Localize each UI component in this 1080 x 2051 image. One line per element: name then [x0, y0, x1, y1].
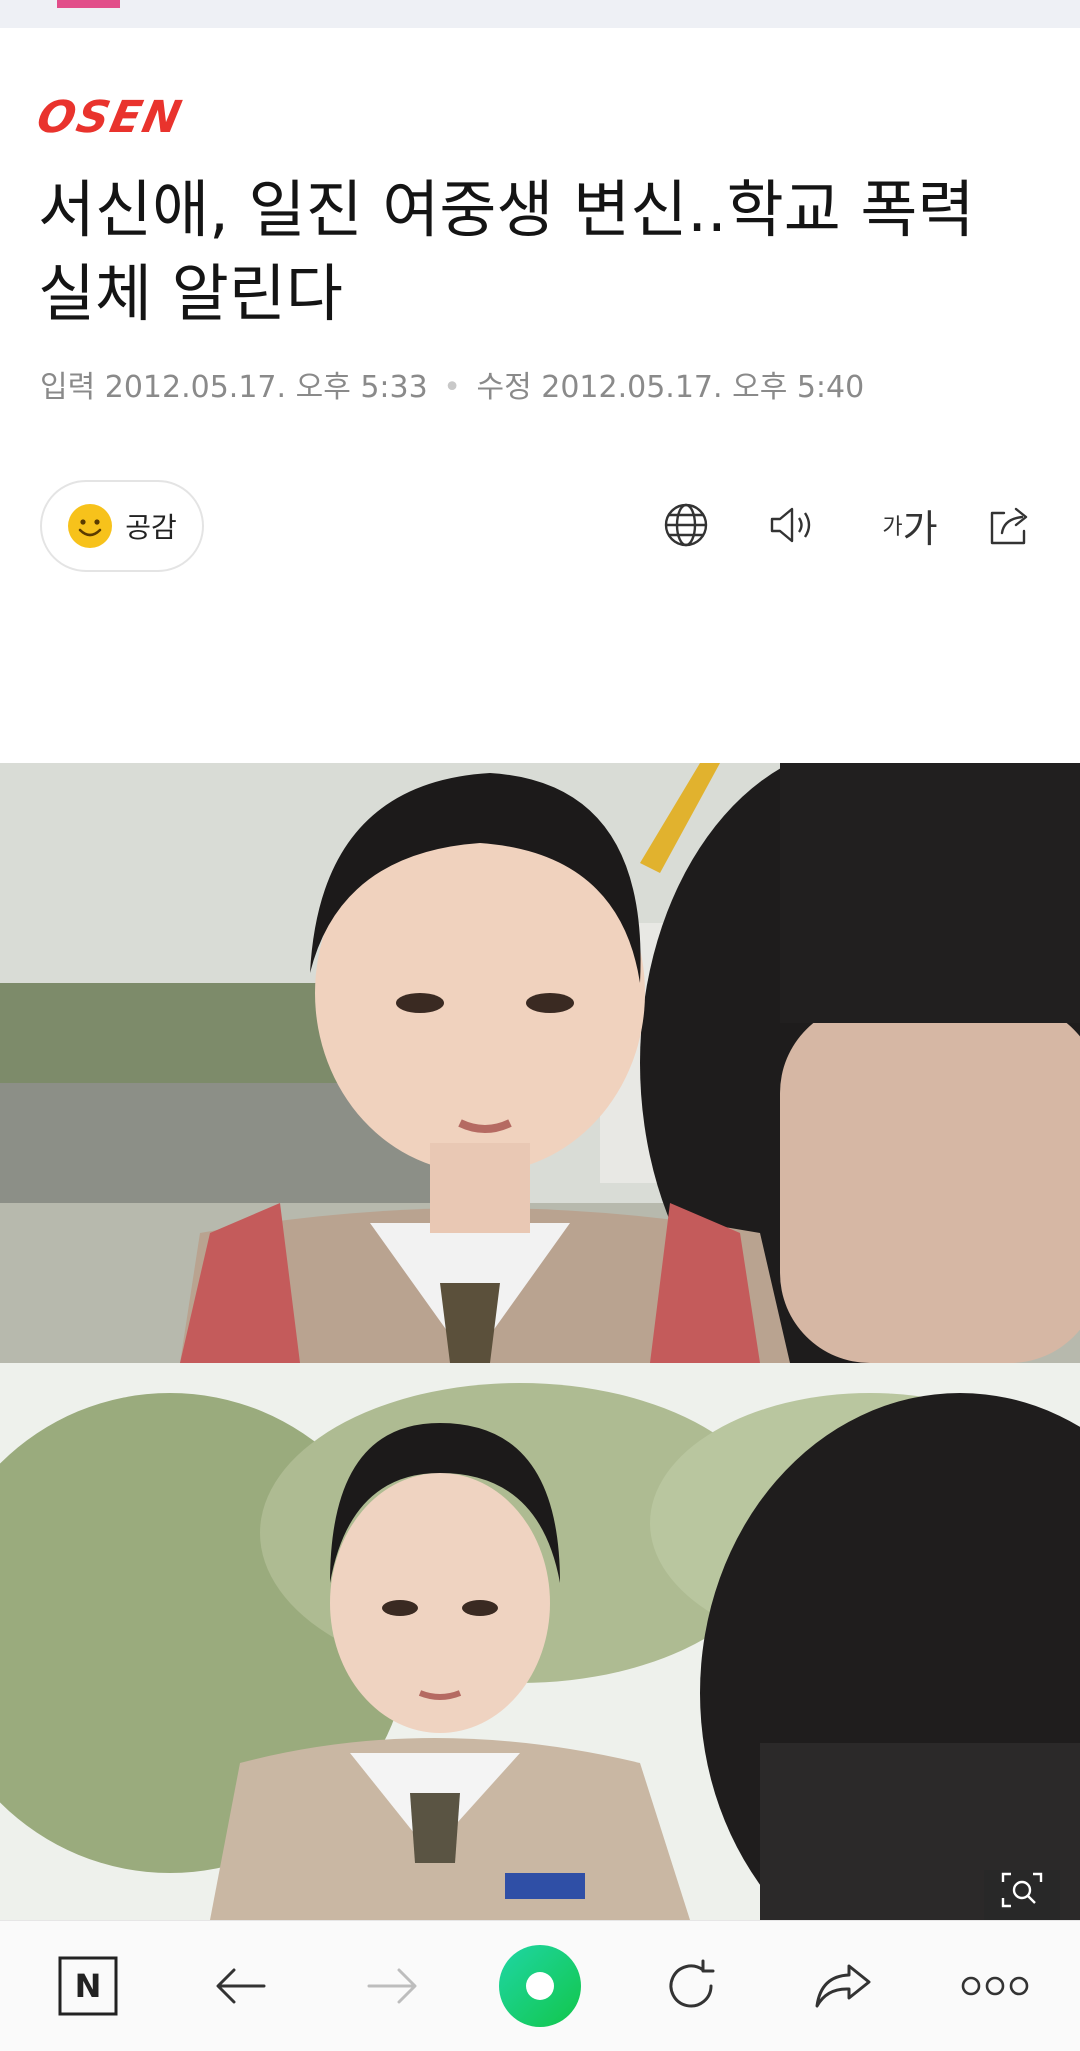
forward-button[interactable]: [357, 1951, 427, 2021]
naver-home-icon: N: [58, 1956, 118, 2016]
green-dot-icon: [499, 1945, 581, 2027]
share-forward-icon: [815, 1964, 871, 2008]
home-letter: N: [75, 1967, 102, 2005]
home-button[interactable]: N: [53, 1951, 123, 2021]
top-tab-strip: [0, 0, 1080, 28]
share-icon: [990, 507, 1028, 545]
font-large-glyph: 가: [902, 506, 938, 551]
font-size-button[interactable]: 가가: [870, 495, 950, 555]
font-small-glyph: 가: [882, 515, 903, 540]
modified-label: 수정: [476, 370, 532, 405]
globe-icon: [664, 503, 708, 547]
share-forward-button[interactable]: [808, 1951, 878, 2021]
read-aloud-button[interactable]: [762, 495, 822, 555]
share-button[interactable]: [980, 495, 1040, 555]
more-icon: [961, 1976, 1029, 1996]
refresh-icon: [669, 1959, 715, 2008]
more-button[interactable]: [955, 1951, 1035, 2021]
empathy-button[interactable]: 공감: [40, 480, 204, 572]
image-zoom-button[interactable]: [984, 1870, 1060, 1920]
smiley-face-icon: [68, 504, 113, 548]
empathy-label: 공감: [125, 511, 177, 544]
article-dates: 입력 2012.05.17. 오후 5:33 • 수정 2012.05.17. …: [40, 362, 864, 406]
back-icon: [216, 1968, 266, 2004]
input-date: 2012.05.17. 오후 5:33: [104, 370, 428, 405]
refresh-button[interactable]: [656, 1951, 726, 2021]
forward-icon: [367, 1968, 417, 2004]
photo-illustration: [0, 763, 1080, 1920]
green-dot-button[interactable]: [492, 1938, 588, 2034]
active-tab-indicator: [57, 0, 120, 8]
back-button[interactable]: [206, 1951, 276, 2021]
article-title: 서신애, 일진 여중생 변신..학교 폭력 실체 알린다: [38, 173, 975, 330]
date-separator: •: [443, 370, 461, 405]
osen-logo[interactable]: OSEN: [33, 92, 188, 143]
article-photo[interactable]: [0, 763, 1080, 1920]
speaker-icon: [770, 507, 811, 543]
modified-date: 2012.05.17. 오후 5:40: [541, 370, 865, 405]
input-label: 입력: [40, 370, 96, 405]
translate-button[interactable]: [656, 495, 716, 555]
browser-bottom-bar: N: [0, 1920, 1080, 2051]
image-search-icon: [1001, 1872, 1043, 1908]
